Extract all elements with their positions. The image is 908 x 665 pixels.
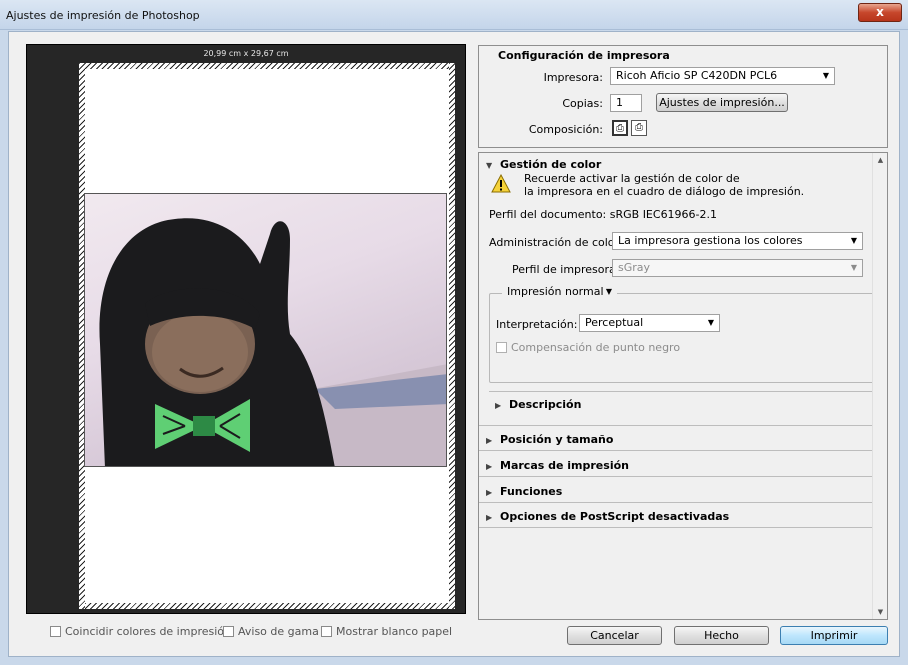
copies-input[interactable]: 1 [610, 94, 642, 112]
color-management-header[interactable]: ▼ Gestión de color [486, 158, 601, 171]
window-title: Ajustes de impresión de Photoshop [6, 9, 200, 22]
copies-label: Copias: [562, 97, 603, 110]
show-paper-white-label: Mostrar blanco papel [336, 625, 453, 638]
document-profile: Perfil del documento: sRGB IEC61966-2.1 [489, 208, 718, 221]
printer-setup-section: Configuración de impresora Impresora: Ri… [478, 45, 888, 148]
print-mode-select[interactable]: Impresión normal ▼ [502, 284, 617, 302]
paper-dimensions: 20,99 cm x 29,67 cm [203, 49, 289, 58]
triangle-right-icon: ▶ [486, 513, 493, 522]
chevron-down-icon: ▼ [850, 236, 857, 245]
print-button[interactable]: Imprimir [780, 626, 888, 645]
postscript-options-label: Opciones de PostScript desactivadas [500, 510, 730, 523]
printing-marks-label: Marcas de impresión [500, 459, 629, 472]
postscript-options-header[interactable]: ▶ Opciones de PostScript desactivadas [486, 510, 729, 523]
functions-label: Funciones [500, 485, 563, 498]
landscape-layout-icon[interactable]: ⎙ [631, 120, 647, 136]
chevron-down-icon: ▼ [850, 263, 857, 272]
photo-image [99, 218, 446, 466]
divider [479, 476, 874, 477]
settings-panel[interactable]: ▼ Gestión de color Recuerde activar la ge… [478, 152, 888, 620]
rendering-intent-select[interactable]: Perceptual ▼ [579, 314, 720, 332]
rendering-intent-label: Interpretación: [496, 318, 578, 331]
paper-sheet [79, 63, 455, 609]
show-paper-white-option[interactable]: Mostrar blanco papel [321, 625, 452, 638]
triangle-down-icon: ▼ [486, 161, 493, 170]
show-paper-white-checkbox[interactable] [321, 626, 332, 637]
chevron-down-icon: ▼ [605, 287, 612, 296]
printer-setup-title: Configuración de impresora [498, 49, 670, 62]
triangle-right-icon: ▶ [486, 488, 493, 497]
print-mode-group [489, 293, 875, 383]
warning-icon [491, 174, 511, 193]
match-print-colors-option[interactable]: Coincidir colores de impresión [50, 625, 231, 638]
triangle-right-icon: ▶ [486, 462, 493, 471]
portrait-layout-icon[interactable]: ⎙ [612, 120, 628, 136]
photo-preview[interactable] [84, 193, 447, 467]
description-label: Descripción [509, 398, 582, 411]
black-point-option[interactable]: Compensación de punto negro [496, 341, 680, 354]
print-settings-button[interactable]: Ajustes de impresión... [656, 93, 788, 112]
gamut-warning-option[interactable]: Aviso de gama [223, 625, 319, 638]
warning-line-2: la impresora en el cuadro de diálogo de … [524, 185, 805, 198]
printer-profile-value: sGray [618, 261, 651, 274]
dialog-body: 20,99 cm x 29,67 cm Coincidir colores de… [8, 31, 900, 657]
panel-scrollbar[interactable]: ▲ ▼ [872, 153, 887, 619]
position-size-label: Posición y tamaño [500, 433, 614, 446]
cancel-button[interactable]: Cancelar [567, 626, 662, 645]
divider [479, 450, 874, 451]
margin-hatch-bottom [79, 603, 455, 609]
margin-hatch-right [449, 63, 455, 609]
scroll-down-icon[interactable]: ▼ [873, 605, 887, 619]
color-management-title: Gestión de color [500, 158, 602, 171]
done-button[interactable]: Hecho [674, 626, 769, 645]
printer-label: Impresora: [543, 71, 603, 84]
divider [479, 502, 874, 503]
scroll-up-icon[interactable]: ▲ [873, 153, 887, 167]
divider [479, 425, 874, 426]
layout-label: Composición: [528, 123, 603, 136]
gamut-warning-label: Aviso de gama [238, 625, 319, 638]
divider [479, 527, 874, 528]
black-point-label: Compensación de punto negro [511, 341, 681, 354]
divider [489, 391, 875, 392]
chevron-down-icon: ▼ [707, 318, 714, 327]
triangle-right-icon: ▶ [495, 401, 502, 410]
title-bar: Ajustes de impresión de Photoshop x [0, 0, 908, 30]
rendering-intent-value: Perceptual [585, 316, 644, 329]
printer-profile-select[interactable]: sGray ▼ [612, 259, 863, 277]
match-print-colors-label: Coincidir colores de impresión [65, 625, 231, 638]
margin-hatch-top [79, 63, 455, 69]
printer-profile-label: Perfil de impresora: [512, 263, 620, 276]
black-point-checkbox[interactable] [496, 342, 507, 353]
position-size-header[interactable]: ▶ Posición y tamaño [486, 433, 613, 446]
color-handling-value: La impresora gestiona los colores [618, 234, 803, 247]
chevron-down-icon: ▼ [822, 71, 829, 80]
triangle-right-icon: ▶ [486, 436, 493, 445]
match-print-colors-checkbox[interactable] [50, 626, 61, 637]
color-handling-label: Administración de color: [489, 236, 623, 249]
print-mode-value: Impresión normal [507, 285, 604, 298]
gamut-warning-checkbox[interactable] [223, 626, 234, 637]
printer-select[interactable]: Ricoh Aficio SP C420DN PCL6 ▼ [610, 67, 835, 85]
color-handling-select[interactable]: La impresora gestiona los colores ▼ [612, 232, 863, 250]
printer-value: Ricoh Aficio SP C420DN PCL6 [616, 69, 778, 82]
description-header[interactable]: ▶ Descripción [495, 398, 581, 411]
warning-line-1: Recuerde activar la gestión de color de [524, 172, 740, 185]
print-preview: 20,99 cm x 29,67 cm [26, 44, 466, 614]
printing-marks-header[interactable]: ▶ Marcas de impresión [486, 459, 629, 472]
functions-header[interactable]: ▶ Funciones [486, 485, 562, 498]
close-button[interactable]: x [858, 3, 902, 22]
